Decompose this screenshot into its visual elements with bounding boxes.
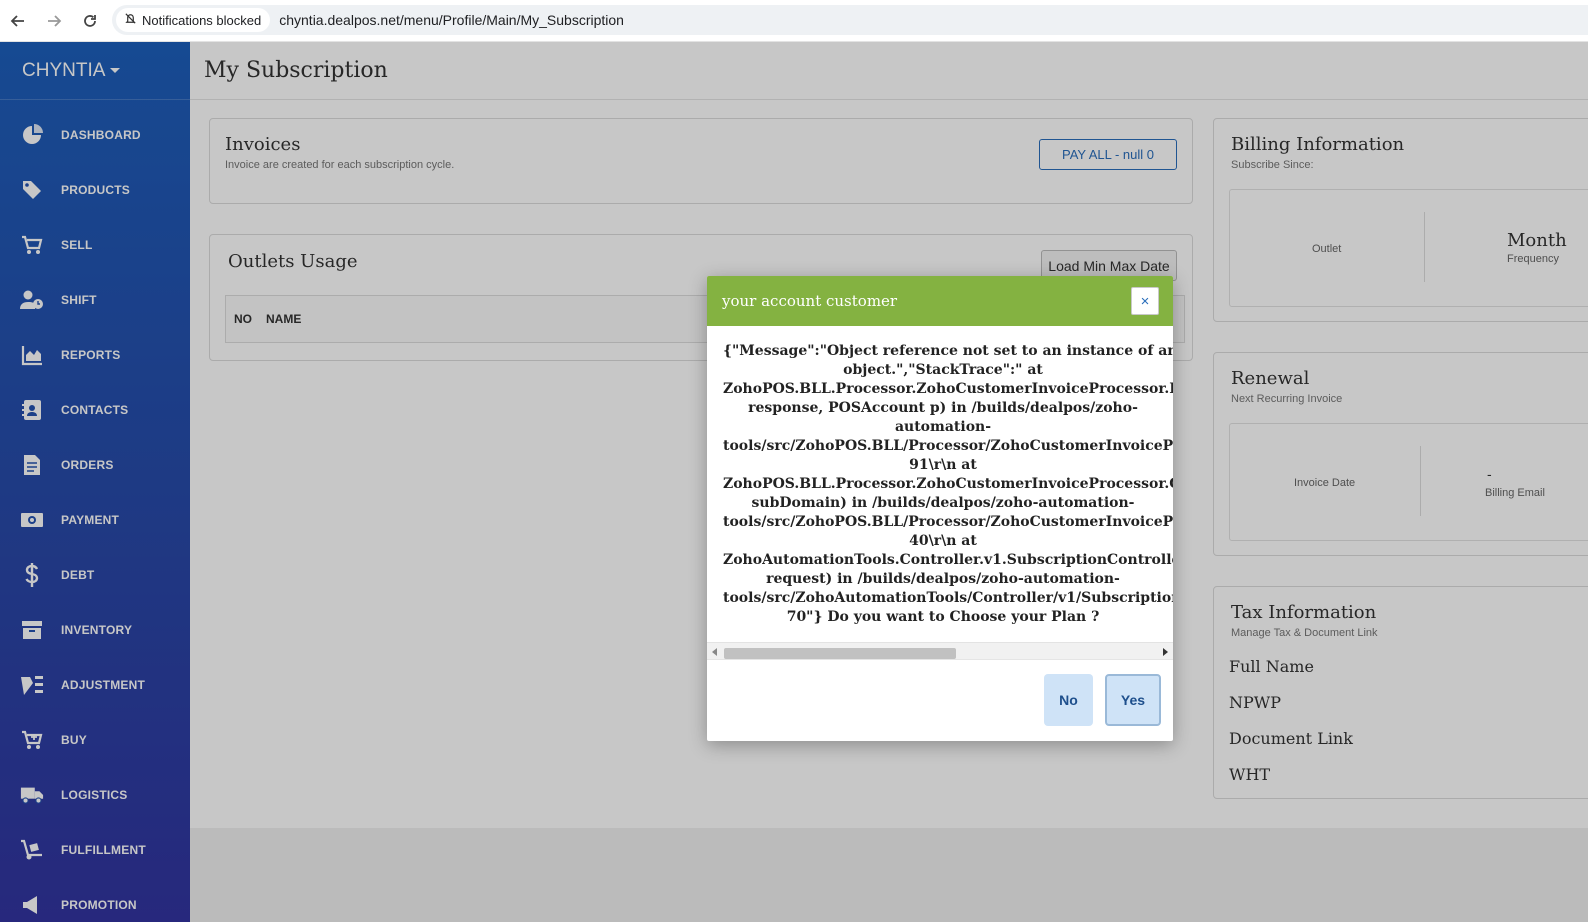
scroll-left-icon[interactable] [712, 648, 717, 656]
back-icon[interactable] [6, 9, 30, 33]
notifications-blocked-label: Notifications blocked [142, 12, 262, 28]
dialog-footer-divider [707, 659, 1173, 660]
bell-off-icon [124, 12, 137, 28]
dialog-title: your account customer [722, 292, 898, 310]
dialog-header: your account customer × [707, 276, 1173, 326]
dialog-message: {"Message":"Object reference not set to … [723, 343, 1173, 625]
forward-icon[interactable] [42, 9, 66, 33]
reload-icon[interactable] [78, 9, 102, 33]
close-icon[interactable]: × [1131, 287, 1159, 315]
scrollbar-thumb[interactable] [724, 648, 956, 659]
confirm-dialog: your account customer × {"Message":"Obje… [707, 276, 1173, 741]
notifications-blocked-chip[interactable]: Notifications blocked [116, 8, 271, 32]
no-button[interactable]: No [1044, 674, 1093, 726]
horizontal-scrollbar[interactable] [707, 642, 1173, 659]
yes-button[interactable]: Yes [1105, 674, 1161, 726]
url-text[interactable]: chyntia.dealpos.net/menu/Profile/Main/My… [279, 12, 624, 28]
scroll-right-icon[interactable] [1163, 648, 1168, 656]
dialog-body[interactable]: {"Message":"Object reference not set to … [707, 334, 1173, 642]
address-bar[interactable]: Notifications blocked chyntia.dealpos.ne… [112, 5, 1588, 35]
browser-toolbar: Notifications blocked chyntia.dealpos.ne… [0, 0, 1588, 42]
